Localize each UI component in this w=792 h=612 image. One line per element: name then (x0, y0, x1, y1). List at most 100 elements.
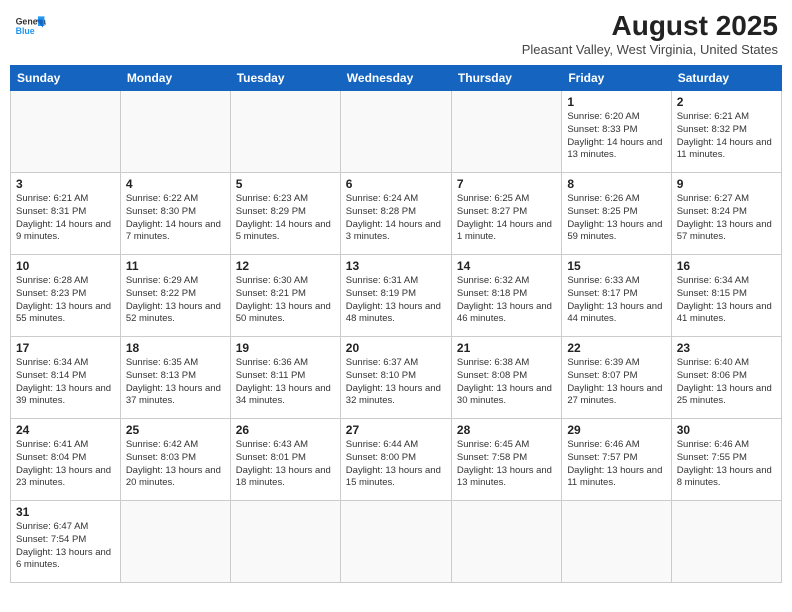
calendar-cell: 5 Sunrise: 6:23 AM Sunset: 8:29 PM Daylig… (230, 173, 340, 255)
day-info: Sunrise: 6:21 AM Sunset: 8:31 PM Dayligh… (16, 193, 115, 244)
calendar-cell: 22Sunrise: 6:39 AM Sunset: 8:07 PM Dayli… (562, 337, 671, 419)
calendar-cell: 31 Sunrise: 6:47 AM Sunset: 7:54 PM Dayli… (11, 501, 121, 583)
day-number: 15 (567, 259, 665, 273)
calendar-cell: 26 Sunrise: 6:43 AM Sunset: 8:01 PM Dayli… (230, 419, 340, 501)
day-info: Sunrise: 6:21 AM Sunset: 8:32 PM Dayligh… (677, 111, 776, 162)
day-number: 8 (567, 177, 665, 191)
day-number: 25 (126, 423, 225, 437)
day-info: Sunrise: 6:43 AM Sunset: 8:01 PM Dayligh… (236, 439, 335, 490)
calendar-week-row: 1 Sunrise: 6:20 AM Sunset: 8:33 PM Daylig… (11, 91, 782, 173)
calendar-cell: 4 Sunrise: 6:22 AM Sunset: 8:30 PM Daylig… (120, 173, 230, 255)
page-header: General Blue August 2025 Pleasant Valley… (10, 10, 782, 57)
day-number: 1 (567, 95, 665, 109)
day-number: 10 (16, 259, 115, 273)
day-of-week-header: Monday (120, 66, 230, 91)
day-number: 5 (236, 177, 335, 191)
day-number: 18 (126, 341, 225, 355)
day-number: 17 (16, 341, 115, 355)
day-info: Sunrise: 6:32 AM Sunset: 8:18 PM Dayligh… (457, 275, 556, 326)
calendar-header-row: SundayMondayTuesdayWednesdayThursdayFrid… (11, 66, 782, 91)
calendar-cell: 28 Sunrise: 6:45 AM Sunset: 7:58 PM Dayli… (451, 419, 561, 501)
day-number: 3 (16, 177, 115, 191)
day-of-week-header: Sunday (11, 66, 121, 91)
logo-icon: General Blue (14, 10, 46, 42)
day-info: Sunrise: 6:37 AM Sunset: 8:10 PM Dayligh… (346, 357, 446, 408)
calendar-cell: 14 Sunrise: 6:32 AM Sunset: 8:18 PM Dayli… (451, 255, 561, 337)
calendar-cell: 27 Sunrise: 6:44 AM Sunset: 8:00 PM Dayli… (340, 419, 451, 501)
calendar-cell: 30 Sunrise: 6:46 AM Sunset: 7:55 PM Dayli… (671, 419, 781, 501)
calendar-cell: 7Sunrise: 6:25 AM Sunset: 8:27 PM Daylig… (451, 173, 561, 255)
day-number: 6 (346, 177, 446, 191)
calendar-cell: 23Sunrise: 6:40 AM Sunset: 8:06 PM Dayli… (671, 337, 781, 419)
day-of-week-header: Friday (562, 66, 671, 91)
month-year-title: August 2025 (522, 10, 778, 42)
day-info: Sunrise: 6:45 AM Sunset: 7:58 PM Dayligh… (457, 439, 556, 490)
day-number: 14 (457, 259, 556, 273)
calendar-cell: 9Sunrise: 6:27 AM Sunset: 8:24 PM Daylig… (671, 173, 781, 255)
calendar-cell: 12 Sunrise: 6:30 AM Sunset: 8:21 PM Dayli… (230, 255, 340, 337)
calendar-cell (11, 91, 121, 173)
calendar-cell (120, 501, 230, 583)
calendar-week-row: 24Sunrise: 6:41 AM Sunset: 8:04 PM Dayli… (11, 419, 782, 501)
day-info: Sunrise: 6:22 AM Sunset: 8:30 PM Dayligh… (126, 193, 225, 244)
day-number: 13 (346, 259, 446, 273)
day-of-week-header: Thursday (451, 66, 561, 91)
day-number: 26 (236, 423, 335, 437)
day-number: 27 (346, 423, 446, 437)
calendar-cell: 21 Sunrise: 6:38 AM Sunset: 8:08 PM Dayli… (451, 337, 561, 419)
day-info: Sunrise: 6:39 AM Sunset: 8:07 PM Dayligh… (567, 357, 665, 408)
day-info: Sunrise: 6:35 AM Sunset: 8:13 PM Dayligh… (126, 357, 225, 408)
calendar-cell (671, 501, 781, 583)
calendar-table: SundayMondayTuesdayWednesdayThursdayFrid… (10, 65, 782, 583)
day-info: Sunrise: 6:41 AM Sunset: 8:04 PM Dayligh… (16, 439, 115, 490)
day-info: Sunrise: 6:47 AM Sunset: 7:54 PM Dayligh… (16, 521, 115, 572)
calendar-week-row: 10Sunrise: 6:28 AM Sunset: 8:23 PM Dayli… (11, 255, 782, 337)
day-info: Sunrise: 6:40 AM Sunset: 8:06 PM Dayligh… (677, 357, 776, 408)
calendar-cell (230, 91, 340, 173)
day-info: Sunrise: 6:23 AM Sunset: 8:29 PM Dayligh… (236, 193, 335, 244)
calendar-week-row: 3 Sunrise: 6:21 AM Sunset: 8:31 PM Daylig… (11, 173, 782, 255)
day-info: Sunrise: 6:24 AM Sunset: 8:28 PM Dayligh… (346, 193, 446, 244)
day-number: 4 (126, 177, 225, 191)
day-number: 2 (677, 95, 776, 109)
day-info: Sunrise: 6:30 AM Sunset: 8:21 PM Dayligh… (236, 275, 335, 326)
calendar-cell: 17 Sunrise: 6:34 AM Sunset: 8:14 PM Dayli… (11, 337, 121, 419)
calendar-cell: 1 Sunrise: 6:20 AM Sunset: 8:33 PM Daylig… (562, 91, 671, 173)
day-info: Sunrise: 6:36 AM Sunset: 8:11 PM Dayligh… (236, 357, 335, 408)
calendar-cell: 18 Sunrise: 6:35 AM Sunset: 8:13 PM Dayli… (120, 337, 230, 419)
day-info: Sunrise: 6:31 AM Sunset: 8:19 PM Dayligh… (346, 275, 446, 326)
calendar-cell: 13 Sunrise: 6:31 AM Sunset: 8:19 PM Dayli… (340, 255, 451, 337)
day-number: 28 (457, 423, 556, 437)
day-number: 21 (457, 341, 556, 355)
day-info: Sunrise: 6:34 AM Sunset: 8:15 PM Dayligh… (677, 275, 776, 326)
calendar-cell (562, 501, 671, 583)
day-info: Sunrise: 6:26 AM Sunset: 8:25 PM Dayligh… (567, 193, 665, 244)
day-number: 20 (346, 341, 446, 355)
logo: General Blue (14, 10, 46, 42)
day-info: Sunrise: 6:46 AM Sunset: 7:55 PM Dayligh… (677, 439, 776, 490)
calendar-cell (120, 91, 230, 173)
day-of-week-header: Tuesday (230, 66, 340, 91)
calendar-cell: 25Sunrise: 6:42 AM Sunset: 8:03 PM Dayli… (120, 419, 230, 501)
day-number: 16 (677, 259, 776, 273)
day-info: Sunrise: 6:46 AM Sunset: 7:57 PM Dayligh… (567, 439, 665, 490)
calendar-cell: 6 Sunrise: 6:24 AM Sunset: 8:28 PM Daylig… (340, 173, 451, 255)
title-block: August 2025 Pleasant Valley, West Virgin… (522, 10, 778, 57)
day-info: Sunrise: 6:34 AM Sunset: 8:14 PM Dayligh… (16, 357, 115, 408)
calendar-cell: 20 Sunrise: 6:37 AM Sunset: 8:10 PM Dayli… (340, 337, 451, 419)
day-number: 30 (677, 423, 776, 437)
location-label: Pleasant Valley, West Virginia, United S… (522, 42, 778, 57)
calendar-cell: 10Sunrise: 6:28 AM Sunset: 8:23 PM Dayli… (11, 255, 121, 337)
day-of-week-header: Saturday (671, 66, 781, 91)
day-number: 31 (16, 505, 115, 519)
calendar-cell (340, 501, 451, 583)
day-info: Sunrise: 6:29 AM Sunset: 8:22 PM Dayligh… (126, 275, 225, 326)
calendar-cell (230, 501, 340, 583)
day-number: 7 (457, 177, 556, 191)
day-info: Sunrise: 6:20 AM Sunset: 8:33 PM Dayligh… (567, 111, 665, 162)
day-number: 12 (236, 259, 335, 273)
day-info: Sunrise: 6:44 AM Sunset: 8:00 PM Dayligh… (346, 439, 446, 490)
day-info: Sunrise: 6:38 AM Sunset: 8:08 PM Dayligh… (457, 357, 556, 408)
calendar-cell: 2 Sunrise: 6:21 AM Sunset: 8:32 PM Daylig… (671, 91, 781, 173)
calendar-cell: 29Sunrise: 6:46 AM Sunset: 7:57 PM Dayli… (562, 419, 671, 501)
